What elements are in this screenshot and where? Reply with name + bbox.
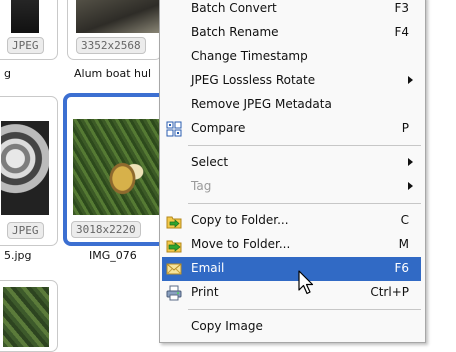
- thumbnail-card[interactable]: JPEG: [0, 0, 58, 60]
- menu-item-batch-rename[interactable]: Batch Rename F4: [162, 21, 421, 45]
- menu-item-shortcut: Ctrl+P: [370, 285, 409, 299]
- menu-item-tag[interactable]: Tag: [162, 175, 421, 199]
- menu-item-label: Compare: [191, 121, 246, 135]
- menu-item-shortcut: M: [398, 237, 409, 251]
- menu-separator: [188, 309, 421, 310]
- menu-item-change-timestamp[interactable]: Change Timestamp: [162, 45, 421, 69]
- thumbnail-card-selected[interactable]: 3018x2220: [63, 93, 168, 246]
- thumbnail-image: [11, 0, 39, 33]
- menu-item-label: Print: [191, 285, 219, 299]
- menu-item-label: Batch Convert: [191, 1, 277, 15]
- copy-folder-icon: [166, 213, 182, 229]
- menu-item-compare[interactable]: Compare P: [162, 117, 421, 141]
- menu-item-batch-convert[interactable]: Batch Convert F3: [162, 0, 421, 21]
- menu-item-select[interactable]: Select: [162, 151, 421, 175]
- menu-item-move-to-folder[interactable]: Move to Folder... M: [162, 233, 421, 257]
- thumbnail-card[interactable]: JPEG: [0, 96, 58, 246]
- thumbnail-image: [1, 121, 49, 215]
- resolution-badge: 3352x2568: [76, 37, 146, 54]
- mouse-cursor-icon: [298, 270, 318, 300]
- submenu-arrow-icon: [408, 182, 413, 190]
- thumbnail-card[interactable]: 3352x2568: [67, 0, 162, 60]
- menu-item-copy-image[interactable]: Copy Image: [162, 315, 421, 339]
- thumbnail-card[interactable]: [0, 280, 58, 352]
- menu-item-jpeg-lossless-rotate[interactable]: JPEG Lossless Rotate: [162, 69, 421, 93]
- menu-item-email[interactable]: Email F6: [162, 257, 421, 281]
- menu-item-shortcut: F6: [394, 261, 409, 275]
- thumbnail-image: [3, 287, 49, 347]
- menu-item-label: Change Timestamp: [191, 49, 308, 63]
- menu-item-label: Copy Image: [191, 319, 263, 333]
- compare-icon: [166, 121, 182, 137]
- menu-item-label: Copy to Folder...: [191, 213, 289, 227]
- thumbnail-filename: 5.jpg: [4, 249, 32, 262]
- menu-item-remove-jpeg-metadata[interactable]: Remove JPEG Metadata: [162, 93, 421, 117]
- menu-item-label: Move to Folder...: [191, 237, 291, 251]
- format-badge: JPEG: [7, 37, 44, 54]
- format-badge: JPEG: [7, 222, 44, 239]
- menu-item-label: Batch Rename: [191, 25, 279, 39]
- printer-icon: [166, 285, 182, 301]
- thumbnail-filename: IMG_076: [89, 249, 137, 262]
- menu-item-label: Select: [191, 155, 229, 169]
- menu-item-shortcut: F4: [394, 25, 409, 39]
- menu-item-copy-to-folder[interactable]: Copy to Folder... C: [162, 209, 421, 233]
- thumbnail-image: [76, 0, 160, 33]
- thumbnail-image: [73, 119, 163, 215]
- menu-item-label: Email: [191, 261, 225, 275]
- thumbnail-filename: Alum boat hul: [74, 67, 152, 80]
- submenu-arrow-icon: [408, 158, 413, 166]
- menu-item-print[interactable]: Print Ctrl+P: [162, 281, 421, 305]
- envelope-icon: [166, 261, 182, 277]
- menu-item-shortcut: P: [401, 121, 409, 135]
- thumbnail-grid: JPEG g 3352x2568 Alum boat hul JPEG 5.jp…: [0, 0, 168, 352]
- context-menu: Batch Convert F3 Batch Rename F4 Change …: [159, 0, 426, 343]
- menu-separator: [188, 203, 421, 204]
- submenu-arrow-icon: [408, 76, 413, 84]
- move-folder-icon: [166, 237, 182, 253]
- resolution-badge: 3018x2220: [71, 221, 141, 238]
- menu-item-label: Tag: [191, 179, 212, 193]
- menu-item-label: JPEG Lossless Rotate: [191, 73, 316, 87]
- menu-item-shortcut: C: [400, 213, 409, 227]
- thumbnail-filename: g: [4, 67, 11, 80]
- menu-separator: [188, 145, 421, 146]
- menu-item-shortcut: F3: [394, 1, 409, 15]
- menu-item-label: Remove JPEG Metadata: [191, 97, 332, 111]
